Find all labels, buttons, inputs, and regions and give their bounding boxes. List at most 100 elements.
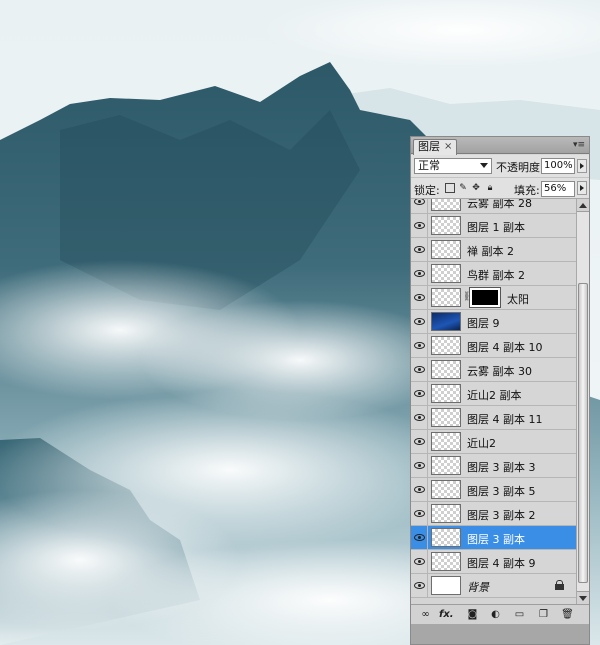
fill-input[interactable]: 56%: [541, 181, 575, 197]
layer-name: 近山2 副本: [467, 389, 522, 402]
new-layer-icon[interactable]: ❐: [537, 608, 550, 621]
layer-name: 图层 3 副本: [467, 533, 525, 546]
panel-footer: ∞ fx. ◙ ◐ ▭ ❐ 🗑︎: [411, 604, 589, 624]
layer-row[interactable]: 图层 4 副本 9: [411, 550, 576, 574]
layer-name: 背景: [467, 581, 489, 594]
layer-row[interactable]: 图层 9: [411, 310, 576, 334]
lock-image-icon[interactable]: ✎: [458, 183, 468, 193]
layers-panel: 图层 × ▾≡ 正常 不透明度: 100% 锁定: ✎ ✥ 🔒︎ 填充: 56%…: [410, 136, 590, 645]
layer-row[interactable]: 禅 副本 2: [411, 238, 576, 262]
layer-row[interactable]: 近山2 副本: [411, 382, 576, 406]
layer-thumbnail[interactable]: [431, 360, 461, 379]
layer-row[interactable]: 图层 3 副本 5: [411, 478, 576, 502]
scroll-thumb[interactable]: [578, 283, 588, 583]
new-group-icon[interactable]: ▭: [513, 608, 526, 621]
blend-opacity-row: 正常 不透明度: 100%: [411, 155, 589, 177]
panel-tab-bar: 图层 × ▾≡: [411, 137, 589, 155]
layer-name: 禅 副本 2: [467, 245, 514, 258]
visibility-toggle[interactable]: [411, 478, 428, 501]
fx-icon[interactable]: fx.: [439, 608, 454, 621]
layer-row[interactable]: 云雾 副本 28: [411, 199, 576, 214]
layer-name: 太阳: [507, 293, 529, 306]
layer-thumbnail[interactable]: [431, 384, 461, 403]
visibility-toggle[interactable]: [411, 550, 428, 573]
visibility-toggle[interactable]: [411, 502, 428, 525]
lock-all-icon[interactable]: 🔒︎: [485, 183, 495, 193]
layer-thumbnail[interactable]: [431, 528, 461, 547]
visibility-toggle[interactable]: [411, 214, 428, 237]
layer-name: 图层 9: [467, 317, 500, 330]
opacity-input[interactable]: 100%: [541, 158, 575, 174]
visibility-toggle[interactable]: [411, 574, 428, 597]
layer-thumbnail[interactable]: [431, 408, 461, 427]
eye-icon: [414, 246, 425, 253]
scroll-down-icon[interactable]: [577, 591, 589, 604]
eye-icon: [414, 414, 425, 421]
layer-thumbnail[interactable]: [431, 312, 461, 331]
layer-thumbnail[interactable]: [431, 336, 461, 355]
layer-thumbnail[interactable]: [431, 240, 461, 259]
opacity-label: 不透明度:: [496, 161, 544, 174]
visibility-toggle[interactable]: [411, 406, 428, 429]
visibility-toggle[interactable]: [411, 526, 428, 549]
layer-thumbnail[interactable]: [431, 480, 461, 499]
opacity-slider-button[interactable]: [577, 159, 587, 173]
visibility-toggle[interactable]: [411, 358, 428, 381]
delete-layer-icon[interactable]: 🗑︎: [561, 608, 574, 621]
layer-thumbnail[interactable]: [431, 576, 461, 595]
add-mask-icon[interactable]: ◙: [466, 608, 479, 621]
lock-transparency-icon[interactable]: [445, 183, 455, 193]
eye-icon: [414, 366, 425, 373]
visibility-toggle[interactable]: [411, 382, 428, 405]
lock-position-icon[interactable]: ✥: [471, 183, 481, 193]
blend-mode-value: 正常: [418, 159, 440, 172]
layer-name: 图层 4 副本 10: [467, 341, 543, 354]
visibility-toggle[interactable]: [411, 262, 428, 285]
tab-layers[interactable]: 图层 ×: [413, 139, 457, 155]
visibility-toggle[interactable]: [411, 310, 428, 333]
layer-thumbnail[interactable]: [431, 216, 461, 235]
eye-icon: [414, 438, 425, 445]
layer-mask-thumbnail[interactable]: [469, 287, 501, 308]
layer-row[interactable]: ⛓ 太阳: [411, 286, 576, 310]
lock-label: 锁定:: [414, 184, 440, 197]
layer-row[interactable]: 图层 4 副本 11: [411, 406, 576, 430]
layer-thumbnail[interactable]: [431, 504, 461, 523]
layer-row[interactable]: 图层 4 副本 10: [411, 334, 576, 358]
eye-icon: [414, 318, 425, 325]
visibility-toggle[interactable]: [411, 454, 428, 477]
visibility-toggle[interactable]: [411, 430, 428, 453]
visibility-toggle[interactable]: [411, 238, 428, 261]
layer-thumbnail[interactable]: [431, 456, 461, 475]
visibility-toggle[interactable]: [411, 334, 428, 357]
eye-icon: [414, 534, 425, 541]
layer-row[interactable]: 图层 3 副本 3: [411, 454, 576, 478]
layer-row[interactable]: 近山2: [411, 430, 576, 454]
layer-name: 鸟群 副本 2: [467, 269, 525, 282]
panel-menu-icon[interactable]: ▾≡: [572, 139, 586, 151]
layer-row[interactable]: 云雾 副本 30: [411, 358, 576, 382]
layer-row[interactable]: 图层 3 副本 2: [411, 502, 576, 526]
layers-scrollbar[interactable]: [576, 199, 589, 604]
eye-icon: [414, 270, 425, 277]
layer-thumbnail[interactable]: [431, 264, 461, 283]
blend-mode-select[interactable]: 正常: [414, 158, 492, 174]
layer-thumbnail[interactable]: [431, 199, 461, 211]
layer-row[interactable]: 图层 1 副本: [411, 214, 576, 238]
layer-thumbnail[interactable]: [431, 288, 461, 307]
layer-row[interactable]: 背景: [411, 574, 576, 598]
layer-row[interactable]: 鸟群 副本 2: [411, 262, 576, 286]
layer-row[interactable]: 图层 3 副本: [411, 526, 576, 550]
visibility-toggle[interactable]: [411, 286, 428, 309]
scroll-up-icon[interactable]: [577, 199, 589, 212]
fill-slider-button[interactable]: [577, 181, 587, 195]
close-icon[interactable]: ×: [444, 140, 452, 154]
link-layers-icon[interactable]: ∞: [419, 608, 432, 621]
visibility-toggle[interactable]: [411, 199, 428, 213]
adjustment-layer-icon[interactable]: ◐: [489, 608, 502, 621]
layer-thumbnail[interactable]: [431, 552, 461, 571]
eye-icon: [414, 462, 425, 469]
eye-icon: [414, 558, 425, 565]
layer-thumbnail[interactable]: [431, 432, 461, 451]
tab-layers-label: 图层: [418, 140, 440, 153]
